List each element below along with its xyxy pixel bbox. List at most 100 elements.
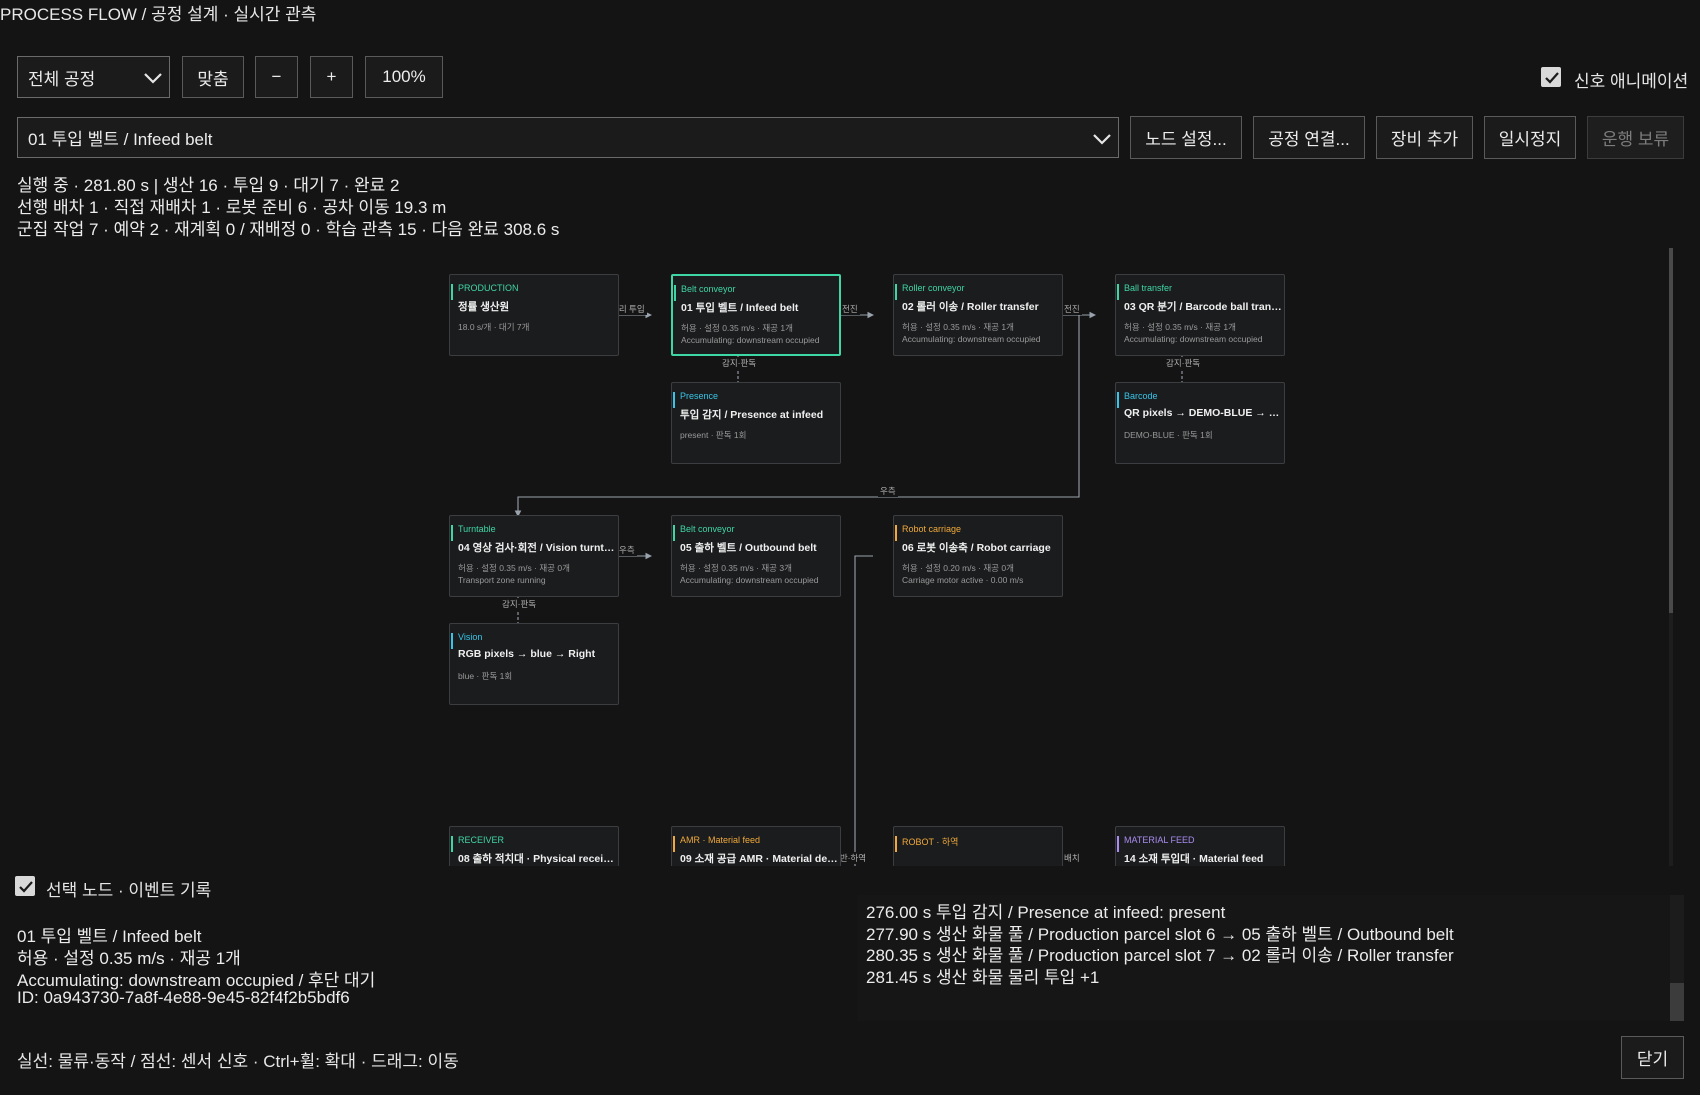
node-detail-1: 허용 · 설정 0.35 m/s · 재공 0개: [458, 563, 570, 573]
node-detail-2: Accumulating: downstream occupied: [1124, 334, 1263, 344]
node-detail-2: Accumulating: downstream occupied: [902, 334, 1041, 344]
edge-label-detect-2: 감지·판독: [1164, 357, 1203, 369]
node-status-bar: [895, 836, 897, 852]
flow-node-n09[interactable]: AMR · Material feed 09 소재 공급 AMR · Materi…: [671, 826, 841, 866]
node-title: 01 투입 벨트 / Infeed belt: [681, 302, 799, 314]
node-status-bar: [1117, 284, 1119, 300]
zoom-in-button[interactable]: +: [310, 56, 353, 98]
scope-select-value: 전체 공정: [28, 69, 96, 89]
node-kind: ROBOT · 하역: [902, 837, 959, 847]
flow-node-n02[interactable]: Roller conveyor 02 롤러 이송 / Roller transfe…: [893, 274, 1063, 356]
node-title: 04 영상 검사·회전 / Vision turntable: [458, 542, 616, 554]
chevron-down-icon: [143, 70, 163, 90]
hold-operation-button[interactable]: 운행 보류: [1587, 116, 1684, 159]
edge-robot-n06: [854, 555, 873, 866]
node-detail-2: Transport zone running: [458, 575, 546, 585]
signal-animation-checkbox[interactable]: [1541, 67, 1561, 87]
add-equipment-button[interactable]: 장비 추가: [1376, 116, 1473, 159]
node-title: 02 롤러 이송 / Roller transfer: [902, 301, 1039, 313]
events-toggle-label[interactable]: 선택 노드 · 이벤트 기록: [46, 876, 211, 901]
pause-button[interactable]: 일시정지: [1484, 116, 1576, 159]
node-status-bar: [451, 284, 453, 300]
flow-node-vision[interactable]: Vision RGB pixels → blue → Right blue · 판독…: [449, 623, 619, 705]
node-kind: Vision: [458, 632, 483, 642]
event-log-scrollbar[interactable]: [1670, 895, 1684, 1021]
node-kind: Robot carriage: [902, 524, 962, 534]
node-select[interactable]: 01 투입 벨트 / Infeed belt: [17, 117, 1119, 158]
node-title: 03 QR 분기 / Barcode ball transfer: [1124, 301, 1282, 313]
node-status-bar: [1117, 836, 1119, 852]
scope-select[interactable]: 전체 공정: [17, 56, 170, 98]
flow-node-production[interactable]: PRODUCTION 정률 생산원 18.0 s/개 · 대기 7개: [449, 274, 619, 356]
node-kind: MATERIAL FEED: [1124, 835, 1195, 845]
node-kind: Roller conveyor: [902, 283, 965, 293]
node-detail-1: 허용 · 설정 0.35 m/s · 재공 3개: [680, 563, 792, 573]
check-icon: [19, 881, 33, 893]
signal-animation-label[interactable]: 신호 애니메이션: [1574, 67, 1688, 92]
detail-id: ID: 0a943730-7a8f-4e88-9e45-82f4f2b5bdf6: [17, 988, 350, 1007]
node-status-bar: [674, 285, 676, 301]
zoom-out-button[interactable]: −: [255, 56, 298, 98]
flow-node-n05[interactable]: Belt conveyor 05 출하 벨트 / Outbound belt 허용 …: [671, 515, 841, 597]
node-title: QR pixels → DEMO-BLUE → Left: [1124, 407, 1282, 419]
status-line-3: 군집 작업 7 · 예약 2 · 재계획 0 / 재배정 0 · 학습 관측 1…: [17, 220, 560, 239]
node-title: 14 소재 투입대 · Material feed: [1124, 853, 1264, 865]
node-select-value: 01 투입 벨트 / Infeed belt: [28, 130, 213, 149]
node-detail-1: present · 판독 1회: [680, 430, 747, 440]
node-kind: Presence: [680, 391, 719, 401]
canvas-scrollbar-thumb[interactable]: [1669, 248, 1673, 613]
node-title: 정률 생산원: [458, 301, 510, 313]
node-kind: Belt conveyor: [680, 524, 735, 534]
node-status-bar: [895, 284, 897, 300]
flow-node-n06[interactable]: Robot carriage 06 로봇 이송축 / Robot carriage…: [893, 515, 1063, 597]
node-title: RGB pixels → blue → Right: [458, 648, 596, 660]
node-kind: Ball transfer: [1124, 283, 1173, 293]
edge-label-right-2: 우측: [617, 544, 637, 556]
node-kind: Barcode: [1124, 391, 1158, 401]
flow-node-n03[interactable]: Ball transfer 03 QR 분기 / Barcode ball tra…: [1115, 274, 1285, 356]
fit-button[interactable]: 맞춤: [182, 56, 244, 98]
node-status-bar: [673, 525, 675, 541]
event-log-entry: 277.90 s 생산 화물 풀 / Production parcel slo…: [866, 924, 1454, 944]
node-status-bar: [451, 633, 453, 649]
flow-node-barcode[interactable]: Barcode QR pixels → DEMO-BLUE → Left DEMO-…: [1115, 382, 1285, 464]
edge-label-advance-2: 전진: [1062, 303, 1082, 315]
breadcrumb: PROCESS FLOW / 공정 설계 · 실시간 관측: [0, 5, 317, 24]
node-title: 06 로봇 이송축 / Robot carriage: [902, 542, 1051, 554]
edge-label-right-1: 우측: [878, 485, 898, 497]
node-kind: AMR · Material feed: [680, 835, 761, 845]
close-button[interactable]: 닫기: [1621, 1036, 1684, 1079]
zoom-level-button[interactable]: 100%: [365, 56, 443, 98]
node-status-bar: [673, 392, 675, 408]
node-kind: Belt conveyor: [681, 284, 736, 294]
node-detail-2: Accumulating: downstream occupied: [680, 575, 819, 585]
check-icon: [1545, 72, 1559, 84]
process-connect-button[interactable]: 공정 연결...: [1253, 116, 1365, 159]
node-kind: PRODUCTION: [458, 283, 519, 293]
events-toggle-checkbox[interactable]: [15, 876, 35, 896]
flow-node-presence[interactable]: Presence 투입 감지 / Presence at infeed presen…: [671, 382, 841, 464]
footer-hint: 실선: 물류·동작 / 점선: 센서 신호 · Ctrl+휠: 확대 · 드래그…: [17, 1052, 459, 1071]
event-log-entry: 281.45 s 생산 화물 물리 투입 +1: [866, 968, 1100, 988]
node-kind: RECEIVER: [458, 835, 505, 845]
edge-label-detect-3: 감지·판독: [500, 598, 539, 610]
event-log-entry: 276.00 s 투입 감지 / Presence at infeed: pre…: [866, 903, 1226, 922]
event-log-entry: 280.35 s 생산 화물 풀 / Production parcel slo…: [866, 946, 1454, 966]
flow-node-robot[interactable]: ROBOT · 하역: [893, 826, 1063, 866]
node-kind: Turntable: [458, 524, 496, 534]
flow-node-n01[interactable]: Belt conveyor 01 투입 벨트 / Infeed belt 허용 · …: [671, 274, 841, 356]
flow-node-n04[interactable]: Turntable 04 영상 검사·회전 / Vision turntable 허…: [449, 515, 619, 597]
edge-label-detect-1: 감지·판독: [720, 357, 759, 369]
canvas-scrollbar[interactable]: [1669, 248, 1673, 866]
flow-node-n14[interactable]: MATERIAL FEED 14 소재 투입대 · Material feed: [1115, 826, 1285, 866]
flow-canvas[interactable]: 물리 투입 전진 전진 감지·판독 감지·판독 우측 우측 감지·판독 운반·하…: [17, 248, 1673, 866]
node-detail-1: blue · 판독 1회: [458, 671, 513, 681]
node-detail-1: 허용 · 설정 0.35 m/s · 재공 1개: [902, 322, 1014, 332]
event-log-scrollbar-thumb[interactable]: [1670, 983, 1684, 1021]
node-detail-1: DEMO-BLUE · 판독 1회: [1124, 430, 1213, 440]
edge-label-advance-1: 전진: [840, 303, 860, 315]
node-settings-button[interactable]: 노드 설정...: [1130, 116, 1242, 159]
node-detail-1: 허용 · 설정 0.20 m/s · 재공 0개: [902, 563, 1014, 573]
event-log: 276.00 s 투입 감지 / Presence at infeed: pre…: [866, 902, 1454, 989]
flow-node-n08[interactable]: RECEIVER 08 출하 적치대 · Physical receiver: [449, 826, 619, 866]
